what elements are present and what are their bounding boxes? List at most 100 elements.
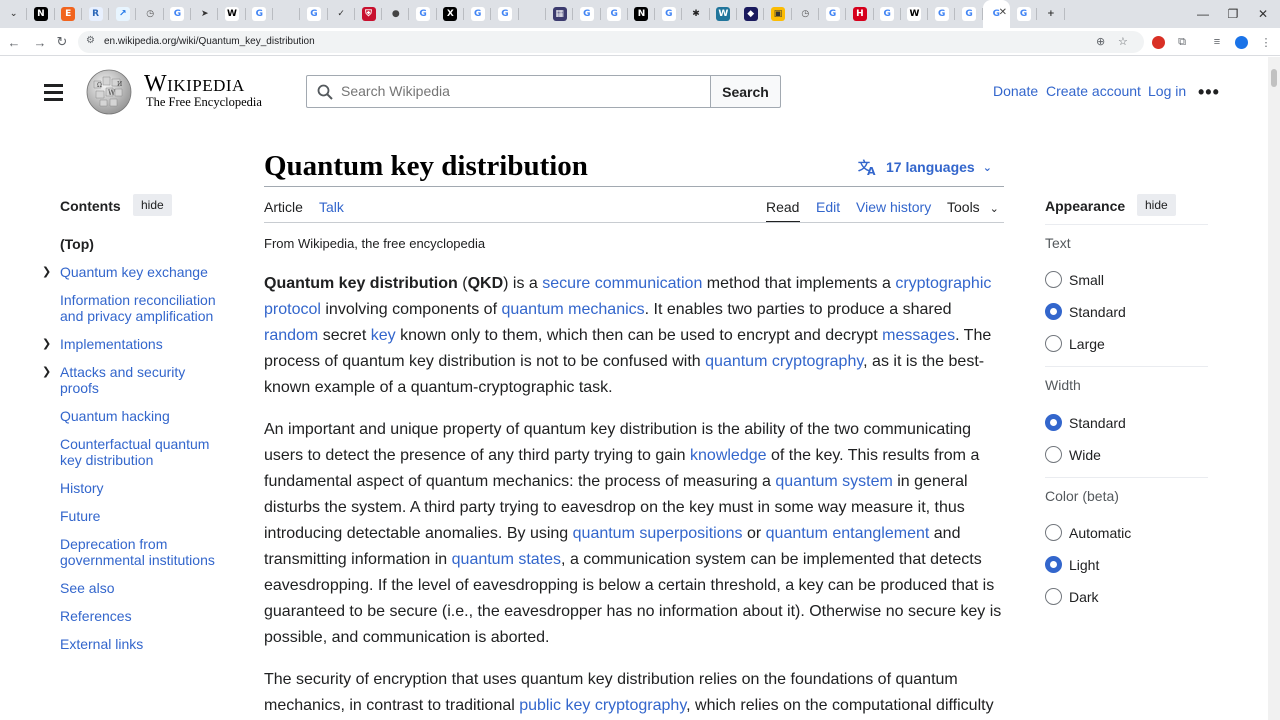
browser-tab[interactable]: G: [246, 0, 274, 28]
browser-tab[interactable]: ⛨: [355, 0, 383, 28]
browser-tab[interactable]: ▣: [764, 0, 792, 28]
browser-tab[interactable]: N: [27, 0, 55, 28]
chevron-right-icon[interactable]: ❯: [42, 265, 51, 278]
browser-tab[interactable]: ◷: [792, 0, 820, 28]
language-button[interactable]: 文 A 17 languages ⌄: [858, 158, 992, 176]
toc-item[interactable]: References: [60, 608, 225, 624]
minimize-icon[interactable]: —: [1188, 0, 1218, 28]
browser-tab[interactable]: G: [164, 0, 192, 28]
browser-tab[interactable]: G: [300, 0, 328, 28]
toc-item[interactable]: Implementations: [60, 336, 225, 352]
search-button[interactable]: Search: [710, 75, 781, 108]
address-bar[interactable]: ⚙ en.wikipedia.org/wiki/Quantum_key_dist…: [78, 31, 1144, 53]
article-link[interactable]: knowledge: [690, 447, 767, 464]
toc-item[interactable]: Information reconciliation and privacy a…: [60, 292, 225, 324]
browser-tab[interactable]: G: [955, 0, 983, 28]
toc-item[interactable]: Attacks and security proofs: [60, 364, 225, 396]
browser-tab[interactable]: [273, 0, 301, 28]
article-link[interactable]: quantum entanglement: [766, 525, 930, 542]
profile-avatar-icon[interactable]: [1233, 34, 1249, 50]
toc-item[interactable]: External links: [60, 636, 225, 652]
donate-link[interactable]: Donate: [993, 83, 1038, 99]
search-input[interactable]: [341, 83, 701, 99]
close-window-icon[interactable]: ✕: [1248, 0, 1278, 28]
chevron-right-icon[interactable]: ❯: [42, 337, 51, 350]
browser-tab[interactable]: W: [710, 0, 738, 28]
article-link[interactable]: quantum system: [775, 473, 892, 490]
toc-item[interactable]: (Top): [60, 236, 225, 252]
browser-tab[interactable]: G: [1010, 0, 1038, 28]
wikipedia-globe-logo[interactable]: Ω W И: [84, 67, 134, 115]
browser-tab[interactable]: H: [846, 0, 874, 28]
toc-item[interactable]: Deprecation from governmental institutio…: [60, 536, 225, 568]
wikipedia-wordmark[interactable]: Wikipedia: [144, 71, 245, 98]
extensions-puzzle-icon[interactable]: ⧉: [1174, 34, 1190, 50]
radio-option[interactable]: Wide: [1045, 446, 1101, 463]
search-box[interactable]: [306, 75, 712, 108]
chevron-right-icon[interactable]: ❯: [42, 365, 51, 378]
browser-tab[interactable]: X: [437, 0, 465, 28]
article-link[interactable]: quantum mechanics: [501, 301, 644, 318]
browser-tab[interactable]: G: [601, 0, 629, 28]
toc-item[interactable]: Quantum key exchange: [60, 264, 225, 280]
article-link[interactable]: public key cryptography: [519, 697, 686, 714]
more-options-icon[interactable]: •••: [1198, 82, 1220, 103]
site-info-icon[interactable]: ⚙: [86, 35, 95, 46]
browser-tab[interactable]: E: [55, 0, 83, 28]
toc-item[interactable]: History: [60, 480, 225, 496]
browser-tab[interactable]: G: [573, 0, 601, 28]
scrollbar-thumb[interactable]: [1271, 69, 1277, 87]
browser-tab[interactable]: N: [628, 0, 656, 28]
radio-selected-icon[interactable]: [1045, 414, 1062, 431]
back-icon[interactable]: ←: [4, 32, 24, 52]
browser-tab[interactable]: ✱: [682, 0, 711, 28]
radio-empty-icon[interactable]: [1045, 335, 1062, 352]
close-tab-icon[interactable]: ✕: [999, 7, 1007, 18]
browser-tab[interactable]: ◆: [737, 0, 765, 28]
browser-tab[interactable]: W: [218, 0, 246, 28]
toc-hide-button[interactable]: hide: [133, 194, 172, 216]
radio-option[interactable]: Light: [1045, 556, 1099, 573]
browser-menu-icon[interactable]: ⋮: [1258, 34, 1274, 50]
browser-tab[interactable]: G: [928, 0, 956, 28]
tab-talk[interactable]: Talk: [319, 199, 344, 215]
browser-tab[interactable]: G ✕: [982, 0, 1010, 28]
extension-red-icon[interactable]: [1150, 34, 1166, 50]
main-menu-button[interactable]: [40, 80, 68, 104]
radio-option[interactable]: Large: [1045, 335, 1105, 352]
radio-empty-icon[interactable]: [1045, 588, 1062, 605]
tab-view-history[interactable]: View history: [856, 199, 931, 215]
browser-tab[interactable]: ↗: [109, 0, 137, 28]
browser-tab[interactable]: G: [874, 0, 902, 28]
radio-empty-icon[interactable]: [1045, 524, 1062, 541]
toc-item[interactable]: See also: [60, 580, 225, 596]
tab-edit[interactable]: Edit: [816, 199, 840, 215]
url-text[interactable]: en.wikipedia.org/wiki/Quantum_key_distri…: [104, 36, 315, 47]
article-link[interactable]: quantum cryptography: [705, 353, 863, 370]
browser-tab[interactable]: W: [901, 0, 929, 28]
article-link[interactable]: quantum states: [452, 551, 561, 568]
restore-icon[interactable]: ❐: [1218, 0, 1248, 28]
forward-icon[interactable]: →: [30, 32, 50, 52]
browser-tab[interactable]: ➤: [191, 0, 219, 28]
browser-tab[interactable]: G: [491, 0, 519, 28]
browser-tab[interactable]: G: [409, 0, 438, 28]
browser-tab[interactable]: ●: [382, 0, 410, 28]
browser-tab[interactable]: G: [655, 0, 683, 28]
radio-selected-icon[interactable]: [1045, 556, 1062, 573]
radio-option[interactable]: Standard: [1045, 414, 1126, 431]
browser-tab[interactable]: R: [82, 0, 110, 28]
zoom-icon[interactable]: ⊕: [1096, 35, 1105, 48]
toc-item[interactable]: Counterfactual quantum key distribution: [60, 436, 225, 468]
radio-option[interactable]: Dark: [1045, 588, 1099, 605]
article-link[interactable]: quantum superpositions: [573, 525, 743, 542]
toc-item[interactable]: Future: [60, 508, 225, 524]
radio-option[interactable]: Automatic: [1045, 524, 1131, 541]
browser-tab[interactable]: G: [464, 0, 492, 28]
article-link[interactable]: messages: [882, 327, 955, 344]
radio-option[interactable]: Small: [1045, 271, 1104, 288]
browser-tab[interactable]: +: [1037, 0, 1065, 28]
tab-article[interactable]: Article: [264, 199, 303, 215]
radio-option[interactable]: Standard: [1045, 303, 1126, 320]
create-account-link[interactable]: Create account: [1046, 83, 1141, 99]
